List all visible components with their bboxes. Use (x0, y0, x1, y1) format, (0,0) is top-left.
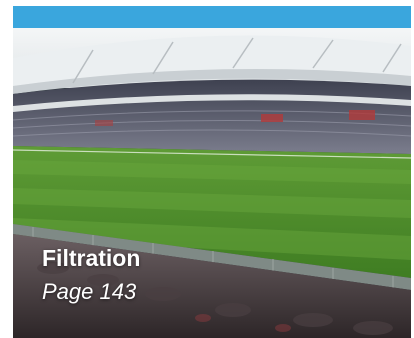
card-title[interactable]: Filtration (42, 244, 140, 272)
topic-card[interactable]: Filtration Page 143 (13, 6, 411, 338)
card-caption: Filtration Page 143 (42, 244, 140, 306)
accent-bar (13, 6, 411, 28)
page-reference: Page 143 (42, 279, 137, 304)
